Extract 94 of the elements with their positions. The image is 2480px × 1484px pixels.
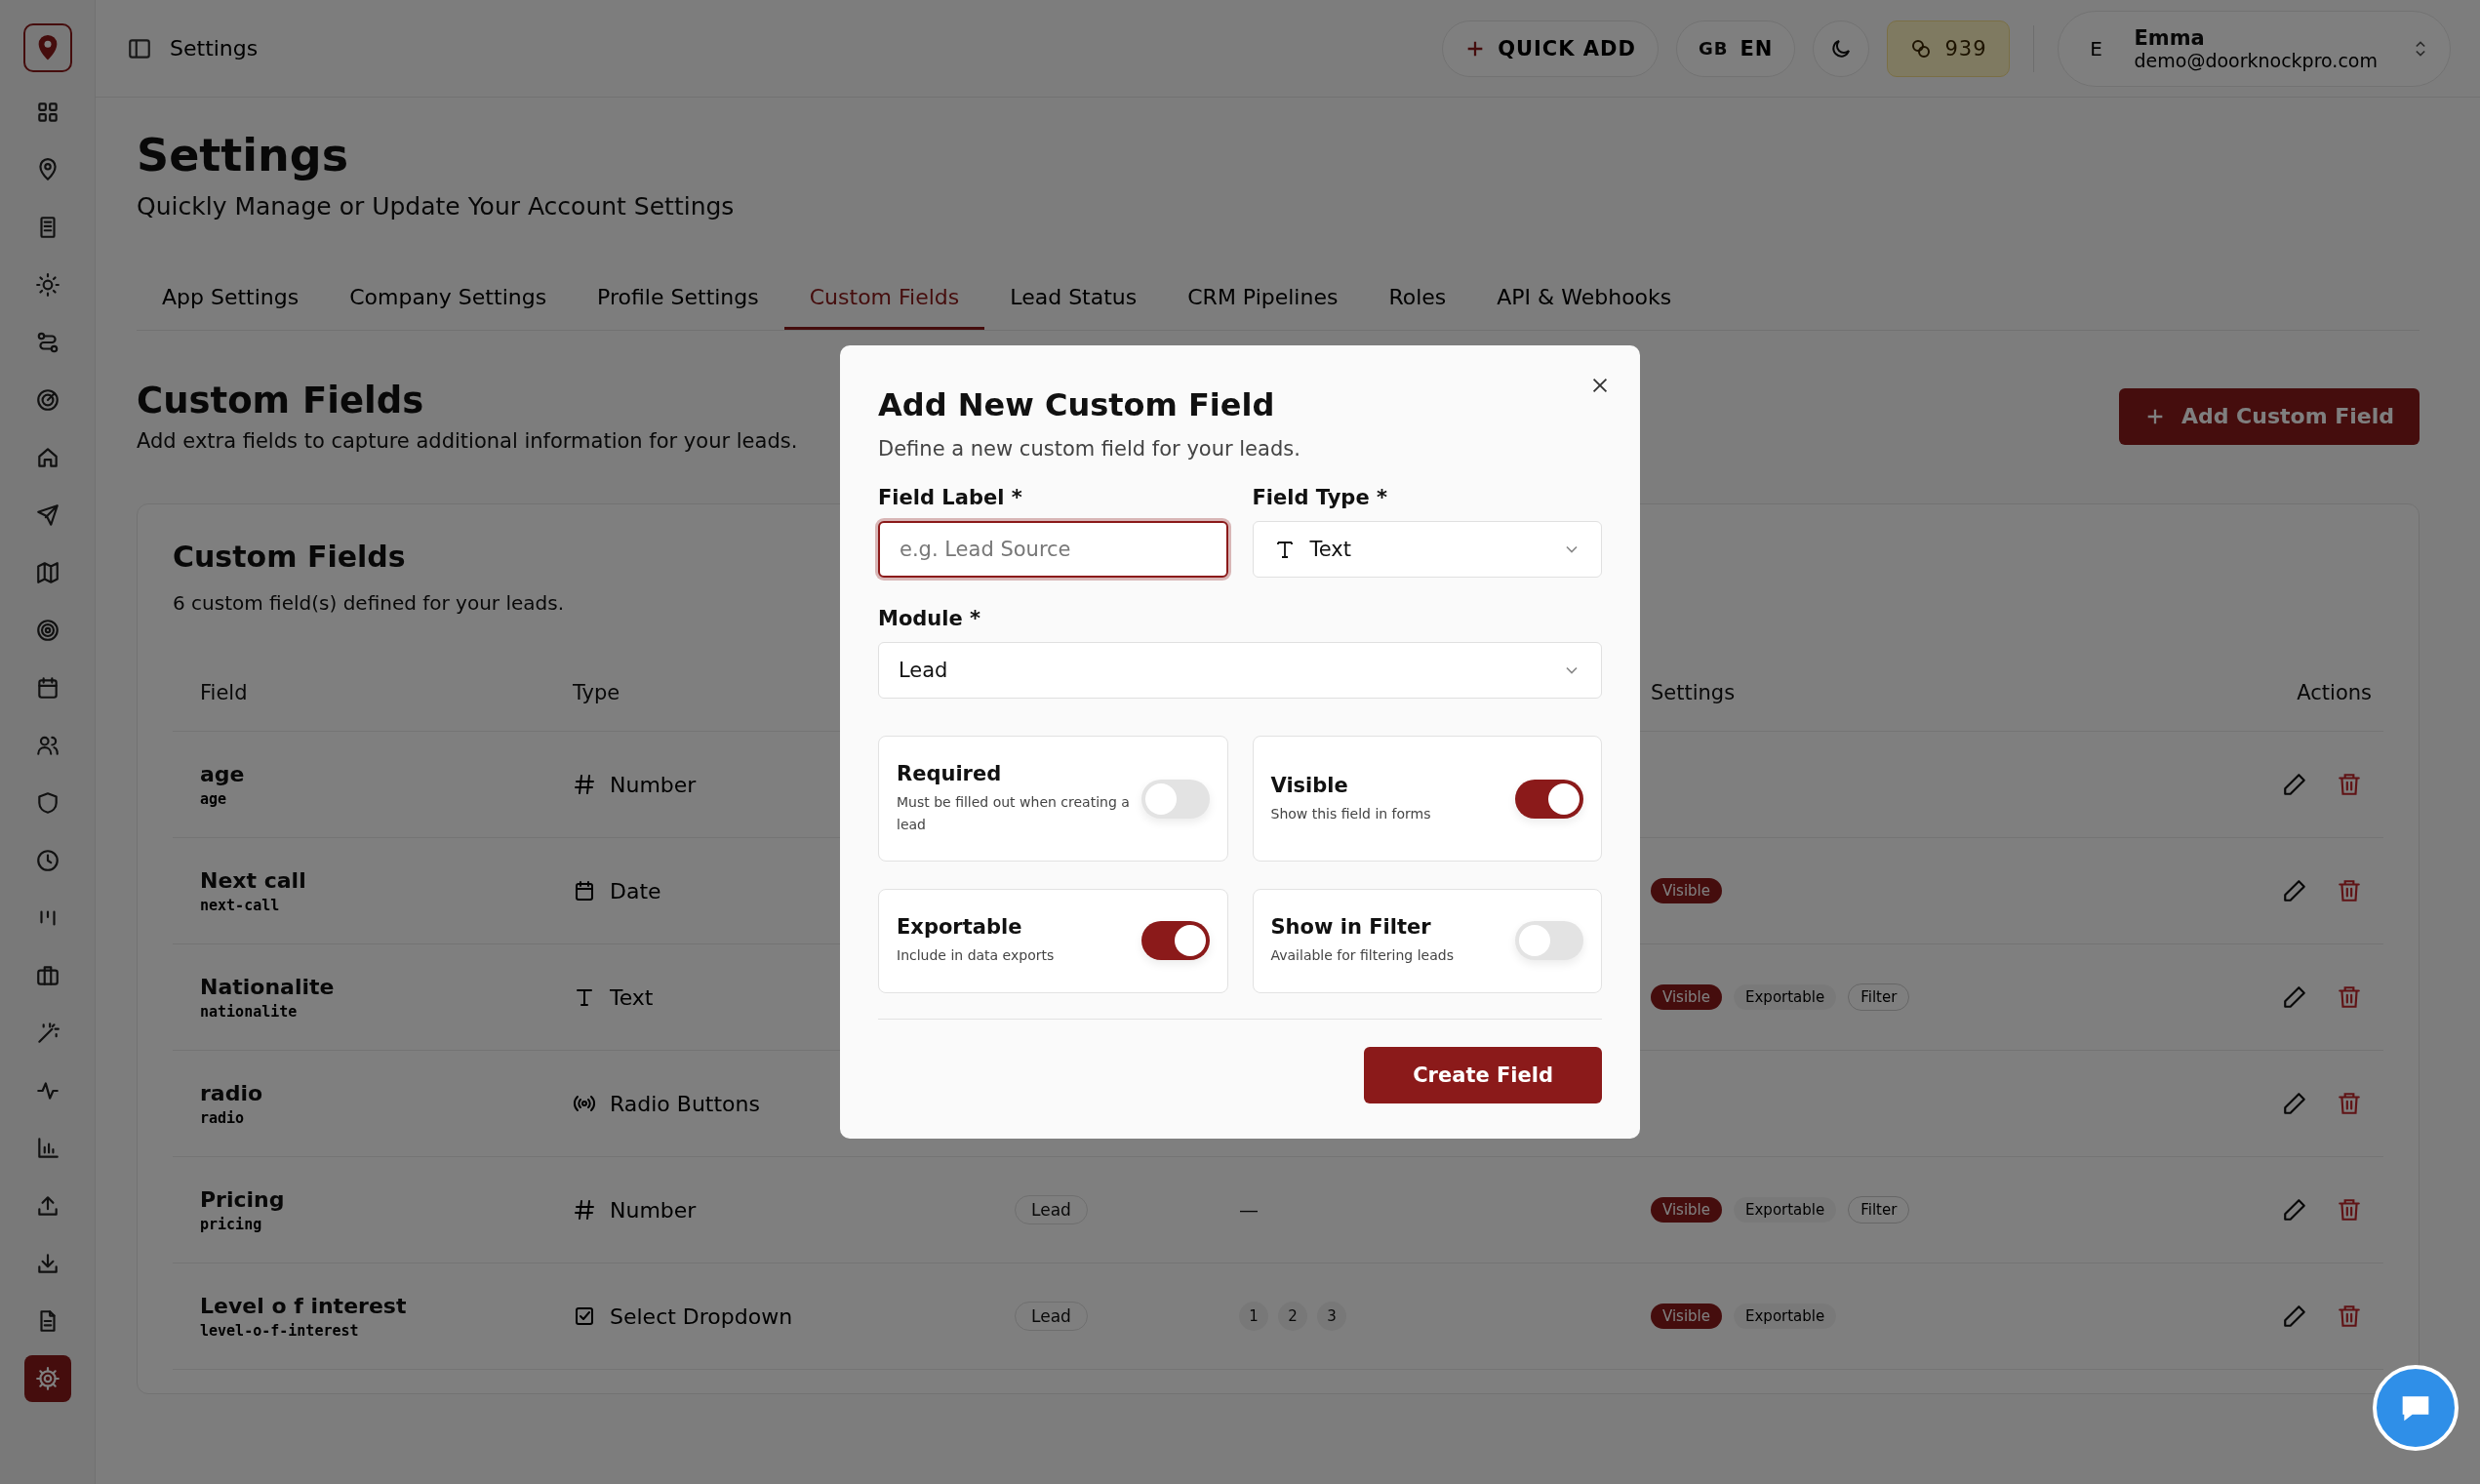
edit-icon[interactable] xyxy=(2282,1304,2307,1329)
field-type: Radio Buttons xyxy=(610,1091,760,1116)
field-type: Date xyxy=(610,878,661,903)
card-title: Custom Fields xyxy=(173,540,406,574)
setting-tag: Visible xyxy=(1651,1197,1722,1223)
edit-icon[interactable] xyxy=(2282,984,2307,1010)
toggle-switch[interactable] xyxy=(1515,921,1583,961)
field-name: age xyxy=(200,761,246,786)
field-name: Level o f interest xyxy=(200,1293,408,1318)
toggle-title: Show in Filter xyxy=(1270,915,1432,940)
field-type: Select Dropdown xyxy=(610,1304,793,1329)
field-name: Nationalite xyxy=(200,974,336,999)
toggle-description: Must be filled out when creating a lead xyxy=(897,793,1131,834)
section-title: Custom Fields xyxy=(137,380,424,421)
settings-tab[interactable]: Company Settings xyxy=(324,271,573,330)
setting-tag: Visible xyxy=(1651,878,1722,903)
delete-icon[interactable] xyxy=(2337,984,2362,1010)
field-label: Module * xyxy=(878,607,982,631)
field-name: radio xyxy=(200,1080,264,1105)
toggle-description: Show this field in forms xyxy=(1270,804,1432,823)
settings-tab[interactable]: Custom Fields xyxy=(783,271,985,330)
settings-tab[interactable]: CRM Pipelines xyxy=(1162,271,1364,330)
options-text: — xyxy=(1239,1198,1259,1222)
setting-tag: Exportable xyxy=(1734,1304,1837,1329)
quick-add-button[interactable]: QUICK ADD xyxy=(1442,20,1659,77)
setting-tag: Visible xyxy=(1651,984,1722,1010)
field-name: Next call xyxy=(200,867,307,893)
toggle-switch[interactable] xyxy=(1140,779,1210,819)
field-key: radio xyxy=(200,1108,573,1127)
field-label: Field Label * xyxy=(878,486,1023,510)
delete-icon[interactable] xyxy=(2337,1091,2362,1116)
option-chip: 1 xyxy=(1239,1302,1268,1331)
column-header: Settings xyxy=(1651,681,1737,704)
toggle-description: Available for filtering leads xyxy=(1270,946,1455,966)
toggle-description: Include in data exports xyxy=(897,946,1056,966)
settings-tab[interactable]: Profile Settings xyxy=(572,271,784,330)
settings-tab[interactable]: Roles xyxy=(1363,271,1472,330)
dialog-title: Add New Custom Field xyxy=(878,386,1276,424)
delete-icon[interactable] xyxy=(2337,772,2362,797)
field-type: Text xyxy=(610,984,654,1010)
field-name: Pricing xyxy=(200,1186,286,1212)
field-key: level-o-f-interest xyxy=(200,1321,573,1340)
dialog-subtitle: Define a new custom field for your leads. xyxy=(878,437,1301,461)
field-type: Number xyxy=(610,1197,697,1223)
setting-tag: Visible xyxy=(1651,1304,1722,1329)
edit-icon[interactable] xyxy=(2282,1197,2307,1223)
delete-icon[interactable] xyxy=(2337,1304,2362,1329)
checkbox-icon xyxy=(573,1304,596,1328)
option-chip: 2 xyxy=(1278,1302,1307,1331)
edit-icon[interactable] xyxy=(2282,772,2307,797)
field-key: pricing xyxy=(200,1215,573,1233)
hash-icon xyxy=(573,773,596,796)
card-subtitle: 6 custom field(s) defined for your leads. xyxy=(173,591,565,615)
column-header: Field xyxy=(200,681,249,704)
toggle-switch[interactable] xyxy=(1140,921,1210,961)
column-header: Actions xyxy=(2296,681,2373,704)
hash-icon xyxy=(573,1198,596,1222)
setting-tag: Exportable xyxy=(1734,984,1837,1010)
edit-icon[interactable] xyxy=(2282,878,2307,903)
add-custom-field-button[interactable]: Add Custom Field xyxy=(2118,387,2420,445)
toggle-title: Required xyxy=(897,762,1003,786)
option-chip: 3 xyxy=(1317,1302,1346,1331)
logo-icon[interactable] xyxy=(22,23,72,72)
column-header: Type xyxy=(573,681,621,704)
section-subtitle: Add extra fields to capture additional information for your leads. xyxy=(137,429,798,453)
field-key: age xyxy=(200,789,573,808)
create-field-button[interactable]: Create Field xyxy=(1364,1046,1602,1103)
calendar-icon xyxy=(573,879,596,902)
settings-tab[interactable]: Lead Status xyxy=(984,271,1163,330)
credits-button[interactable]: 939 xyxy=(1887,20,2010,77)
field-key: next-call xyxy=(200,896,573,914)
settings-tab[interactable]: API & Webhooks xyxy=(1471,271,1698,330)
user-menu-button[interactable]: E Emma demo@doorknockpro.com xyxy=(2057,10,2451,87)
edit-icon[interactable] xyxy=(2282,1091,2307,1116)
page-subtitle: Quickly Manage or Update Your Account Settings xyxy=(137,192,735,221)
module-select[interactable]: Lead xyxy=(878,642,1602,700)
user-email: demo@doorknockpro.com xyxy=(2134,49,2378,71)
language-button[interactable]: GB EN xyxy=(1676,20,1796,77)
field-key: nationalite xyxy=(200,1002,573,1021)
toggle-switch[interactable] xyxy=(1515,779,1583,819)
breadcrumb: Settings xyxy=(170,36,259,60)
field-type: Number xyxy=(610,772,697,797)
field-label: Field Type * xyxy=(1252,486,1388,510)
delete-icon[interactable] xyxy=(2337,878,2362,903)
toggle-title: Exportable xyxy=(897,915,1023,940)
page-title: Settings xyxy=(137,129,349,181)
user-name: Emma xyxy=(2134,25,2205,50)
settings-tab[interactable]: App Settings xyxy=(137,271,325,330)
sidebar-settings-icon[interactable] xyxy=(23,1355,71,1402)
field-type-select[interactable]: Text xyxy=(1252,521,1602,579)
delete-icon[interactable] xyxy=(2337,1197,2362,1223)
field-label-input[interactable]: e.g. Lead Source xyxy=(878,521,1228,579)
setting-tag: Exportable xyxy=(1734,1197,1837,1223)
toggle-title: Visible xyxy=(1270,773,1349,797)
